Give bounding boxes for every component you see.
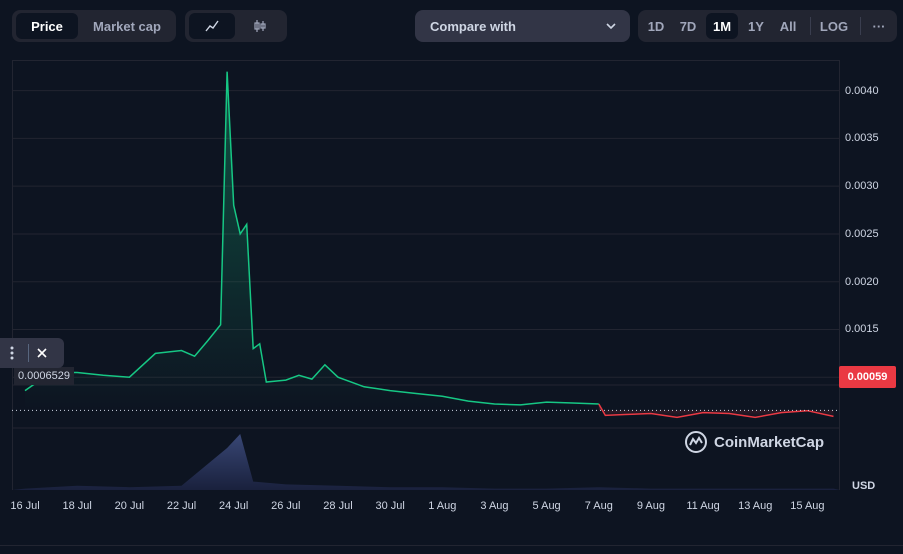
- x-tick-label: 9 Aug: [636, 500, 665, 512]
- y-tick-label: 0.0040: [845, 84, 879, 97]
- x-tick-label: 26 Jul: [271, 500, 301, 512]
- brand-name: CoinMarketCap: [714, 433, 825, 451]
- price-line-up: [24, 71, 599, 406]
- price-chart[interactable]: [0, 0, 903, 553]
- chart-tool-handle[interactable]: [0, 338, 64, 368]
- coinmarketcap-watermark: CoinMarketCap: [684, 430, 824, 454]
- coinmarketcap-logo-icon: [685, 431, 707, 453]
- x-tick-label: 3 Aug: [480, 500, 509, 512]
- x-tick-label: 28 Jul: [323, 500, 353, 512]
- x-tick-label: 5 Aug: [532, 500, 561, 512]
- price-area-up: [25, 71, 599, 411]
- y-tick-label: 0.0035: [845, 132, 879, 145]
- y-tick-label: 0.0030: [845, 180, 879, 193]
- y-tick-label: 0.0015: [845, 323, 879, 336]
- tool-divider: [28, 344, 29, 362]
- x-tick-label: 7 Aug: [584, 500, 613, 512]
- y-tick-label: 0.0020: [845, 275, 879, 288]
- y-tick-label: 0.0025: [845, 227, 879, 240]
- x-tick-label: 22 Jul: [166, 500, 197, 512]
- current-price-badge: 0.00059: [839, 366, 896, 388]
- x-tick-label: 20 Jul: [114, 500, 145, 512]
- x-tick-label: 13 Aug: [738, 500, 773, 512]
- x-tick-label: 15 Aug: [790, 500, 825, 512]
- drag-handle-icon[interactable]: [2, 345, 22, 361]
- x-tick-label: 1 Aug: [428, 500, 457, 512]
- x-tick-label: 24 Jul: [218, 500, 249, 512]
- x-tick-label: 30 Jul: [375, 500, 405, 512]
- close-icon[interactable]: [35, 346, 49, 360]
- currency-label: USD: [852, 480, 876, 492]
- x-tick-label: 18 Jul: [62, 500, 92, 512]
- x-tick-label: 16 Jul: [10, 500, 40, 512]
- baseline-price-label: 0.0006529: [14, 367, 74, 385]
- x-tick-label: 11 Aug: [686, 500, 720, 512]
